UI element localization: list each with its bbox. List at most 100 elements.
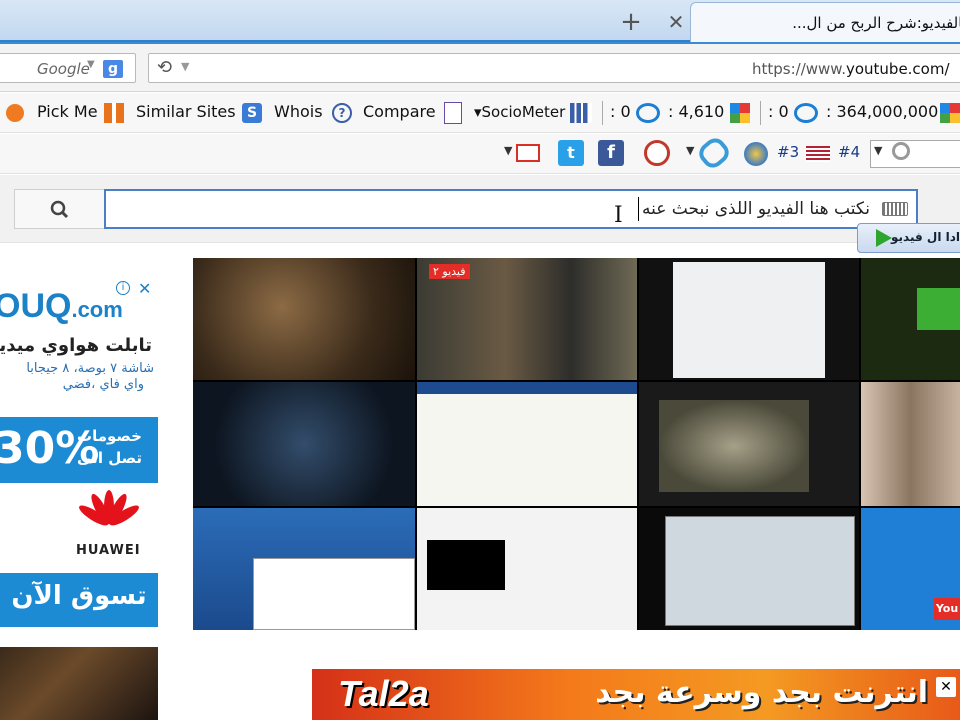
browser-search-input[interactable]: Google ▼ g (0, 53, 136, 83)
pickme-icon[interactable] (6, 104, 24, 122)
tab-title: بالفيديو:شرح الربح من ال... (792, 14, 960, 32)
document-preview (673, 262, 825, 378)
reload-icon[interactable]: ⟲ (157, 57, 172, 78)
youtube-header: نكتب هنا الفيديو اللذى نبحث عنه I ادا ال… (0, 175, 960, 253)
search-icon[interactable] (892, 142, 910, 160)
close-icon[interactable]: ✕ (138, 279, 151, 298)
video-thumbnail[interactable]: فيديو ٢ (417, 258, 637, 380)
search-icon (50, 200, 69, 219)
toolbar-search-input[interactable] (870, 140, 960, 168)
google-index-icon[interactable] (730, 103, 750, 123)
compare-button[interactable]: Compare (363, 102, 436, 121)
chevron-down-icon[interactable]: ▼ (181, 60, 189, 73)
ad-promo-text: تصل الى (77, 449, 142, 467)
ad-subline: واي فاي ،فضي (62, 377, 144, 392)
play-icon (876, 229, 892, 247)
chevron-down-icon[interactable]: ▼ (874, 144, 882, 157)
navigation-bar: Google ▼ g ⟲ ▼ https://www.youtube.com/ (0, 44, 960, 92)
window-preview (253, 558, 415, 630)
facebook-icon[interactable]: f (598, 140, 624, 166)
google-icon[interactable]: g (103, 60, 123, 78)
new-tab-button[interactable]: + (618, 9, 644, 35)
code-header (417, 382, 637, 394)
ad-banner[interactable]: Tal2a انترنت بجد وسرعة بجد ✕ (312, 669, 960, 720)
ad-headline: تابلت هواوي ميديابا (0, 335, 152, 356)
video-thumbnail[interactable] (639, 508, 859, 630)
mouse-cursor: I (614, 203, 623, 228)
banner-logo: Tal2a (338, 673, 429, 714)
ad-logo: OUQ.com (0, 287, 123, 325)
video-thumbnail[interactable] (417, 382, 637, 506)
search-button[interactable] (14, 189, 104, 229)
stat-value: : 364,000,000 (826, 102, 939, 121)
close-icon[interactable]: ✕ (936, 677, 956, 697)
search-text: نكتب هنا الفيديو اللذى نبحث عنه (642, 199, 870, 219)
stat-value: : 4,610 (668, 102, 725, 121)
sociometer-button[interactable]: ▾SocioMeter (474, 103, 565, 121)
link-icon[interactable] (694, 134, 734, 172)
shop-now-button[interactable]: تسوق الآن (0, 573, 158, 627)
tab-bar: + ✕ بالفيديو:شرح الربح من ال... (0, 0, 960, 44)
keyboard-icon[interactable] (882, 202, 908, 216)
chart-icon[interactable] (570, 103, 592, 123)
info-icon[interactable]: i (116, 281, 130, 295)
compare-icon[interactable] (444, 102, 462, 124)
video-thumbnail[interactable] (639, 382, 859, 506)
chevron-down-icon[interactable]: ▼ (504, 144, 512, 157)
stat-value: : 0 (610, 102, 631, 121)
app-preview (665, 516, 855, 626)
globe-icon[interactable] (744, 142, 768, 166)
chevron-down-icon[interactable]: ▼ (686, 144, 694, 157)
huawei-logo-icon (79, 490, 139, 526)
address-bar[interactable]: ⟲ ▼ https://www.youtube.com/ (148, 53, 960, 83)
youtube-page: نكتب هنا الفيديو اللذى نبحث عنه I ادا ال… (0, 175, 960, 720)
youtube-badge: You (934, 598, 960, 620)
video-thumbnail[interactable] (639, 258, 859, 380)
video-thumbnail[interactable]: You (861, 508, 960, 630)
video-thumbnail[interactable] (861, 258, 960, 380)
separator (760, 101, 761, 125)
extension-toolbar: Pick Me Similar Sites S Whois ? Compare … (0, 93, 960, 133)
whois-button[interactable]: Whois (274, 102, 323, 121)
pick-me-button[interactable]: Pick Me (37, 102, 98, 121)
chevron-down-icon[interactable]: ▼ (87, 59, 95, 70)
huawei-text: HUAWEI (76, 543, 141, 558)
ad-promo-text: خصومات (77, 427, 142, 445)
search-placeholder: Google (37, 60, 90, 78)
similar-sites-icon[interactable] (104, 103, 124, 123)
tab-close-button[interactable]: ✕ (664, 10, 688, 34)
url-text: https://www.youtube.com/ (752, 60, 950, 78)
twitter-icon[interactable]: t (558, 140, 584, 166)
ad-subline: شاشة ٧ بوصة، ٨ جيجابا (26, 361, 154, 376)
ad-promo: 30% خصومات تصل الى (0, 417, 158, 483)
similar-sites-button[interactable]: Similar Sites (136, 102, 236, 121)
image-preview (917, 288, 960, 330)
tab-active[interactable]: بالفيديو:شرح الربح من ال... (690, 2, 960, 42)
rank-text: #4 (838, 143, 861, 161)
bing-icon[interactable] (636, 103, 660, 123)
gmail-icon[interactable] (516, 144, 540, 162)
bing-icon[interactable] (794, 103, 818, 123)
tooltip: ادا ال فيديو (857, 223, 960, 253)
video-badge: فيديو ٢ (429, 264, 470, 279)
target-icon[interactable] (644, 140, 670, 166)
video-preview (427, 540, 505, 590)
banner-text: انترنت بجد وسرعة بجد (595, 675, 928, 710)
search-input[interactable]: نكتب هنا الفيديو اللذى نبحث عنه (104, 189, 918, 229)
video-thumbnail[interactable] (193, 382, 415, 506)
rank-text: #3 (777, 143, 800, 161)
separator (602, 101, 603, 125)
video-preview (659, 400, 809, 492)
video-thumbnail[interactable] (0, 647, 158, 720)
ad-panel[interactable]: OUQ.com i ✕ تابلت هواوي ميديابا شاشة ٧ ب… (0, 277, 158, 720)
video-thumbnail[interactable] (193, 258, 415, 380)
video-thumbnail[interactable] (861, 382, 960, 506)
whois-icon[interactable]: S (242, 103, 262, 123)
video-thumbnail[interactable] (417, 508, 637, 630)
help-icon[interactable]: ? (332, 103, 352, 123)
video-thumbnail[interactable] (193, 508, 415, 630)
us-flag-icon (806, 146, 830, 162)
google-index-icon[interactable] (940, 103, 960, 123)
text-caret (638, 197, 639, 221)
stat-value: : 0 (768, 102, 789, 121)
